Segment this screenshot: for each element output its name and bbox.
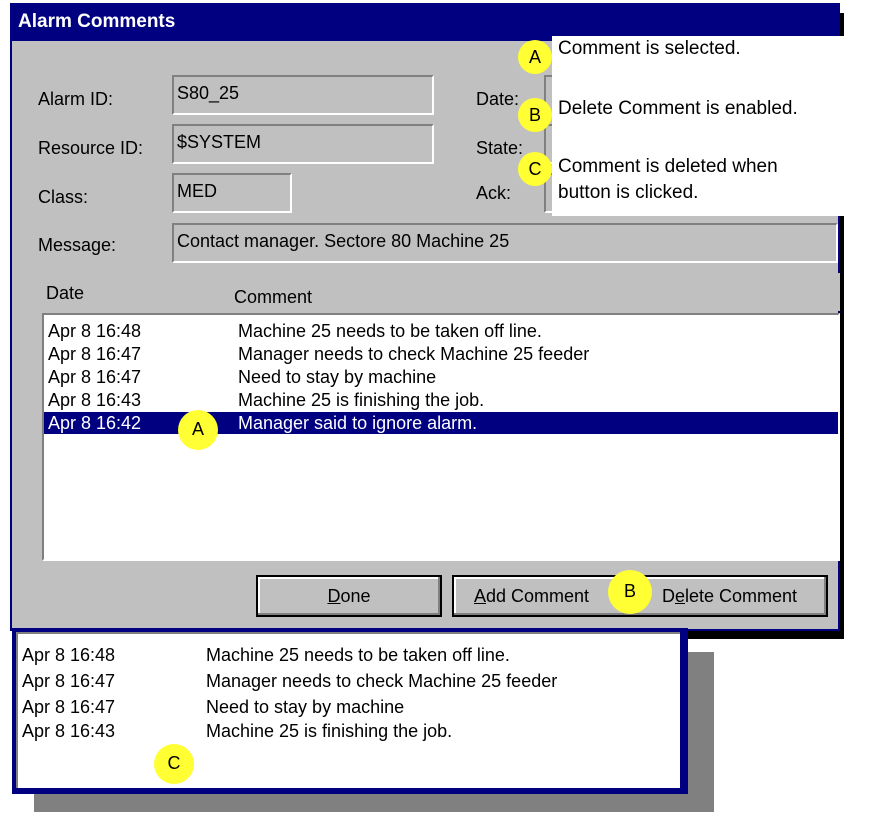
list-item-comment: Machine 25 is finishing the job. [206,721,453,741]
message-label: Message: [38,235,117,255]
list-item-date: Apr 8 16:47 [48,344,142,364]
alarm-id-label: Alarm ID: [38,89,114,109]
list-item-comment: Manager needs to check Machine 25 feeder [206,671,558,691]
add-comment-button[interactable]: Add Comment [474,582,589,610]
list-item[interactable]: Apr 8 16:47 Need to stay by machine [18,696,680,718]
list-item-comment: Manager said to ignore alarm. [238,413,478,433]
callout-a-badge: A [518,40,552,74]
list-item[interactable]: Apr 8 16:48 Machine 25 needs to be taken… [18,644,680,666]
list-item-date: Apr 8 16:48 [22,645,116,665]
state-label: State: [476,138,524,158]
delete-comment-button[interactable]: Delete Comment [662,582,797,610]
list-item-selected[interactable]: Apr 8 16:42 Manager said to ignore alarm… [44,412,838,434]
list-item[interactable]: Apr 8 16:48 Machine 25 needs to be taken… [44,320,838,342]
annotation-a-text: Comment is selected. [558,38,741,59]
list-item-comment: Need to stay by machine [238,367,437,387]
annotation-c-text-line2: button is clicked. [558,182,699,203]
list-item[interactable]: Apr 8 16:47 Manager needs to check Machi… [18,670,680,692]
list-header: Date Comment [42,273,840,311]
list-item-date: Apr 8 16:47 [48,367,142,387]
result-panel: Apr 8 16:48 Machine 25 needs to be taken… [12,628,688,794]
list-item-comment: Machine 25 needs to be taken off line. [206,645,510,665]
annotation-b-text: Delete Comment is enabled. [558,98,798,119]
list-item[interactable]: Apr 8 16:43 Machine 25 is finishing the … [18,720,680,742]
alarm-id-field[interactable]: S80_25 [172,75,434,115]
class-field[interactable]: MED [172,173,292,213]
list-item[interactable]: Apr 8 16:47 Need to stay by machine [44,366,838,388]
message-field[interactable]: Contact manager. Sectore 80 Machine 25 [172,223,838,263]
callout-b-marker: B [608,570,652,614]
list-item[interactable]: Apr 8 16:43 Machine 25 is finishing the … [44,389,838,411]
list-item-comment: Manager needs to check Machine 25 feeder [238,344,590,364]
class-label: Class: [38,187,89,207]
resource-id-label: Resource ID: [38,138,144,158]
callout-a-marker: A [178,410,218,450]
list-item-date: Apr 8 16:48 [48,321,142,341]
column-header-comment[interactable]: Comment [234,287,312,308]
list-item-comment: Machine 25 is finishing the job. [238,390,485,410]
comments-list[interactable]: Apr 8 16:48 Machine 25 needs to be taken… [42,313,840,561]
result-comments-list[interactable]: Apr 8 16:48 Machine 25 needs to be taken… [16,632,680,788]
callout-c-badge: C [518,152,552,186]
list-item-comment: Need to stay by machine [206,697,405,717]
annotation-notes: Comment is selected. Delete Comment is e… [552,36,877,216]
callout-c-marker: C [154,744,194,784]
done-button[interactable]: Done [256,575,442,617]
ack-label: Ack: [476,183,512,203]
annotation-c-text-line1: Comment is deleted when [558,156,778,177]
date-label: Date: [476,89,520,109]
column-header-date[interactable]: Date [46,283,84,304]
resource-id-field[interactable]: $SYSTEM [172,124,434,164]
list-item-date: Apr 8 16:43 [22,721,116,741]
list-item[interactable]: Apr 8 16:47 Manager needs to check Machi… [44,343,838,365]
list-item-date: Apr 8 16:47 [22,697,116,717]
list-item-comment: Machine 25 needs to be taken off line. [238,321,542,341]
list-item-date: Apr 8 16:43 [48,390,142,410]
callout-b-badge: B [518,98,552,132]
list-item-date: Apr 8 16:47 [22,671,116,691]
list-item-date: Apr 8 16:42 [48,413,142,433]
